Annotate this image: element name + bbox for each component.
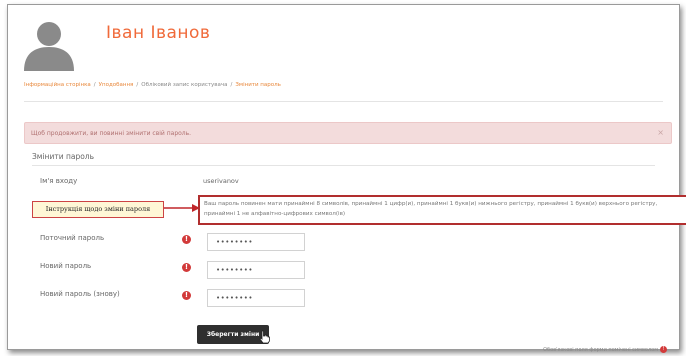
username-label: Ім'я входу [40, 177, 78, 185]
new-password-input[interactable]: •••••••• [207, 261, 305, 279]
required-footnote: Обов'язкові поля форми помічені символом… [543, 346, 667, 353]
user-name: Іван Іванов [106, 23, 211, 43]
hand-pointer-icon [259, 330, 270, 344]
breadcrumb-item-preferences[interactable]: Уподобання [99, 82, 134, 88]
annotation-callout: Інструкція щодо зміни пароля [32, 201, 164, 218]
repeat-password-label: Новий пароль (знову) [40, 290, 120, 298]
repeat-password-input[interactable]: •••••••• [207, 289, 305, 307]
breadcrumb-item-account: Обліковий запис користувача [141, 82, 228, 88]
exclamation-circle-icon: ! [182, 263, 191, 272]
exclamation-circle-icon: ! [660, 346, 667, 353]
user-avatar-icon [24, 22, 74, 71]
legend-divider [32, 165, 655, 166]
alert-banner: Щоб продовжити, ви повинні змінити свій … [24, 122, 672, 144]
password-hint: Ваш пароль повинен мати принаймні 8 симв… [204, 201, 658, 217]
current-password-label: Поточний пароль [40, 234, 105, 242]
breadcrumb: Інформаційна сторінка / Уподобання / Обліков… [24, 82, 281, 88]
close-icon[interactable]: × [657, 128, 664, 137]
page-frame: Іван Іванов Інформаційна сторінка / Уподоб… [7, 4, 686, 353]
required-footnote-text: Обов'язкові поля форми помічені символом [543, 347, 658, 353]
breadcrumb-item-info[interactable]: Інформаційна сторінка [24, 82, 91, 88]
new-password-label: Новий пароль [40, 262, 92, 270]
alert-message: Щоб продовжити, ви повинні змінити свій … [31, 130, 192, 137]
username-value: userivanov [203, 177, 239, 185]
arrow-right-icon [164, 204, 200, 212]
form-legend: Змінити пароль [32, 152, 95, 161]
divider [24, 101, 663, 102]
exclamation-circle-icon: ! [182, 291, 191, 300]
password-hint-box: Ваш пароль повинен мати принаймні 8 симв… [198, 195, 686, 225]
exclamation-circle-icon: ! [182, 235, 191, 244]
current-password-input[interactable]: •••••••• [207, 233, 305, 251]
breadcrumb-item-change-password[interactable]: Змінити пароль [235, 82, 280, 88]
